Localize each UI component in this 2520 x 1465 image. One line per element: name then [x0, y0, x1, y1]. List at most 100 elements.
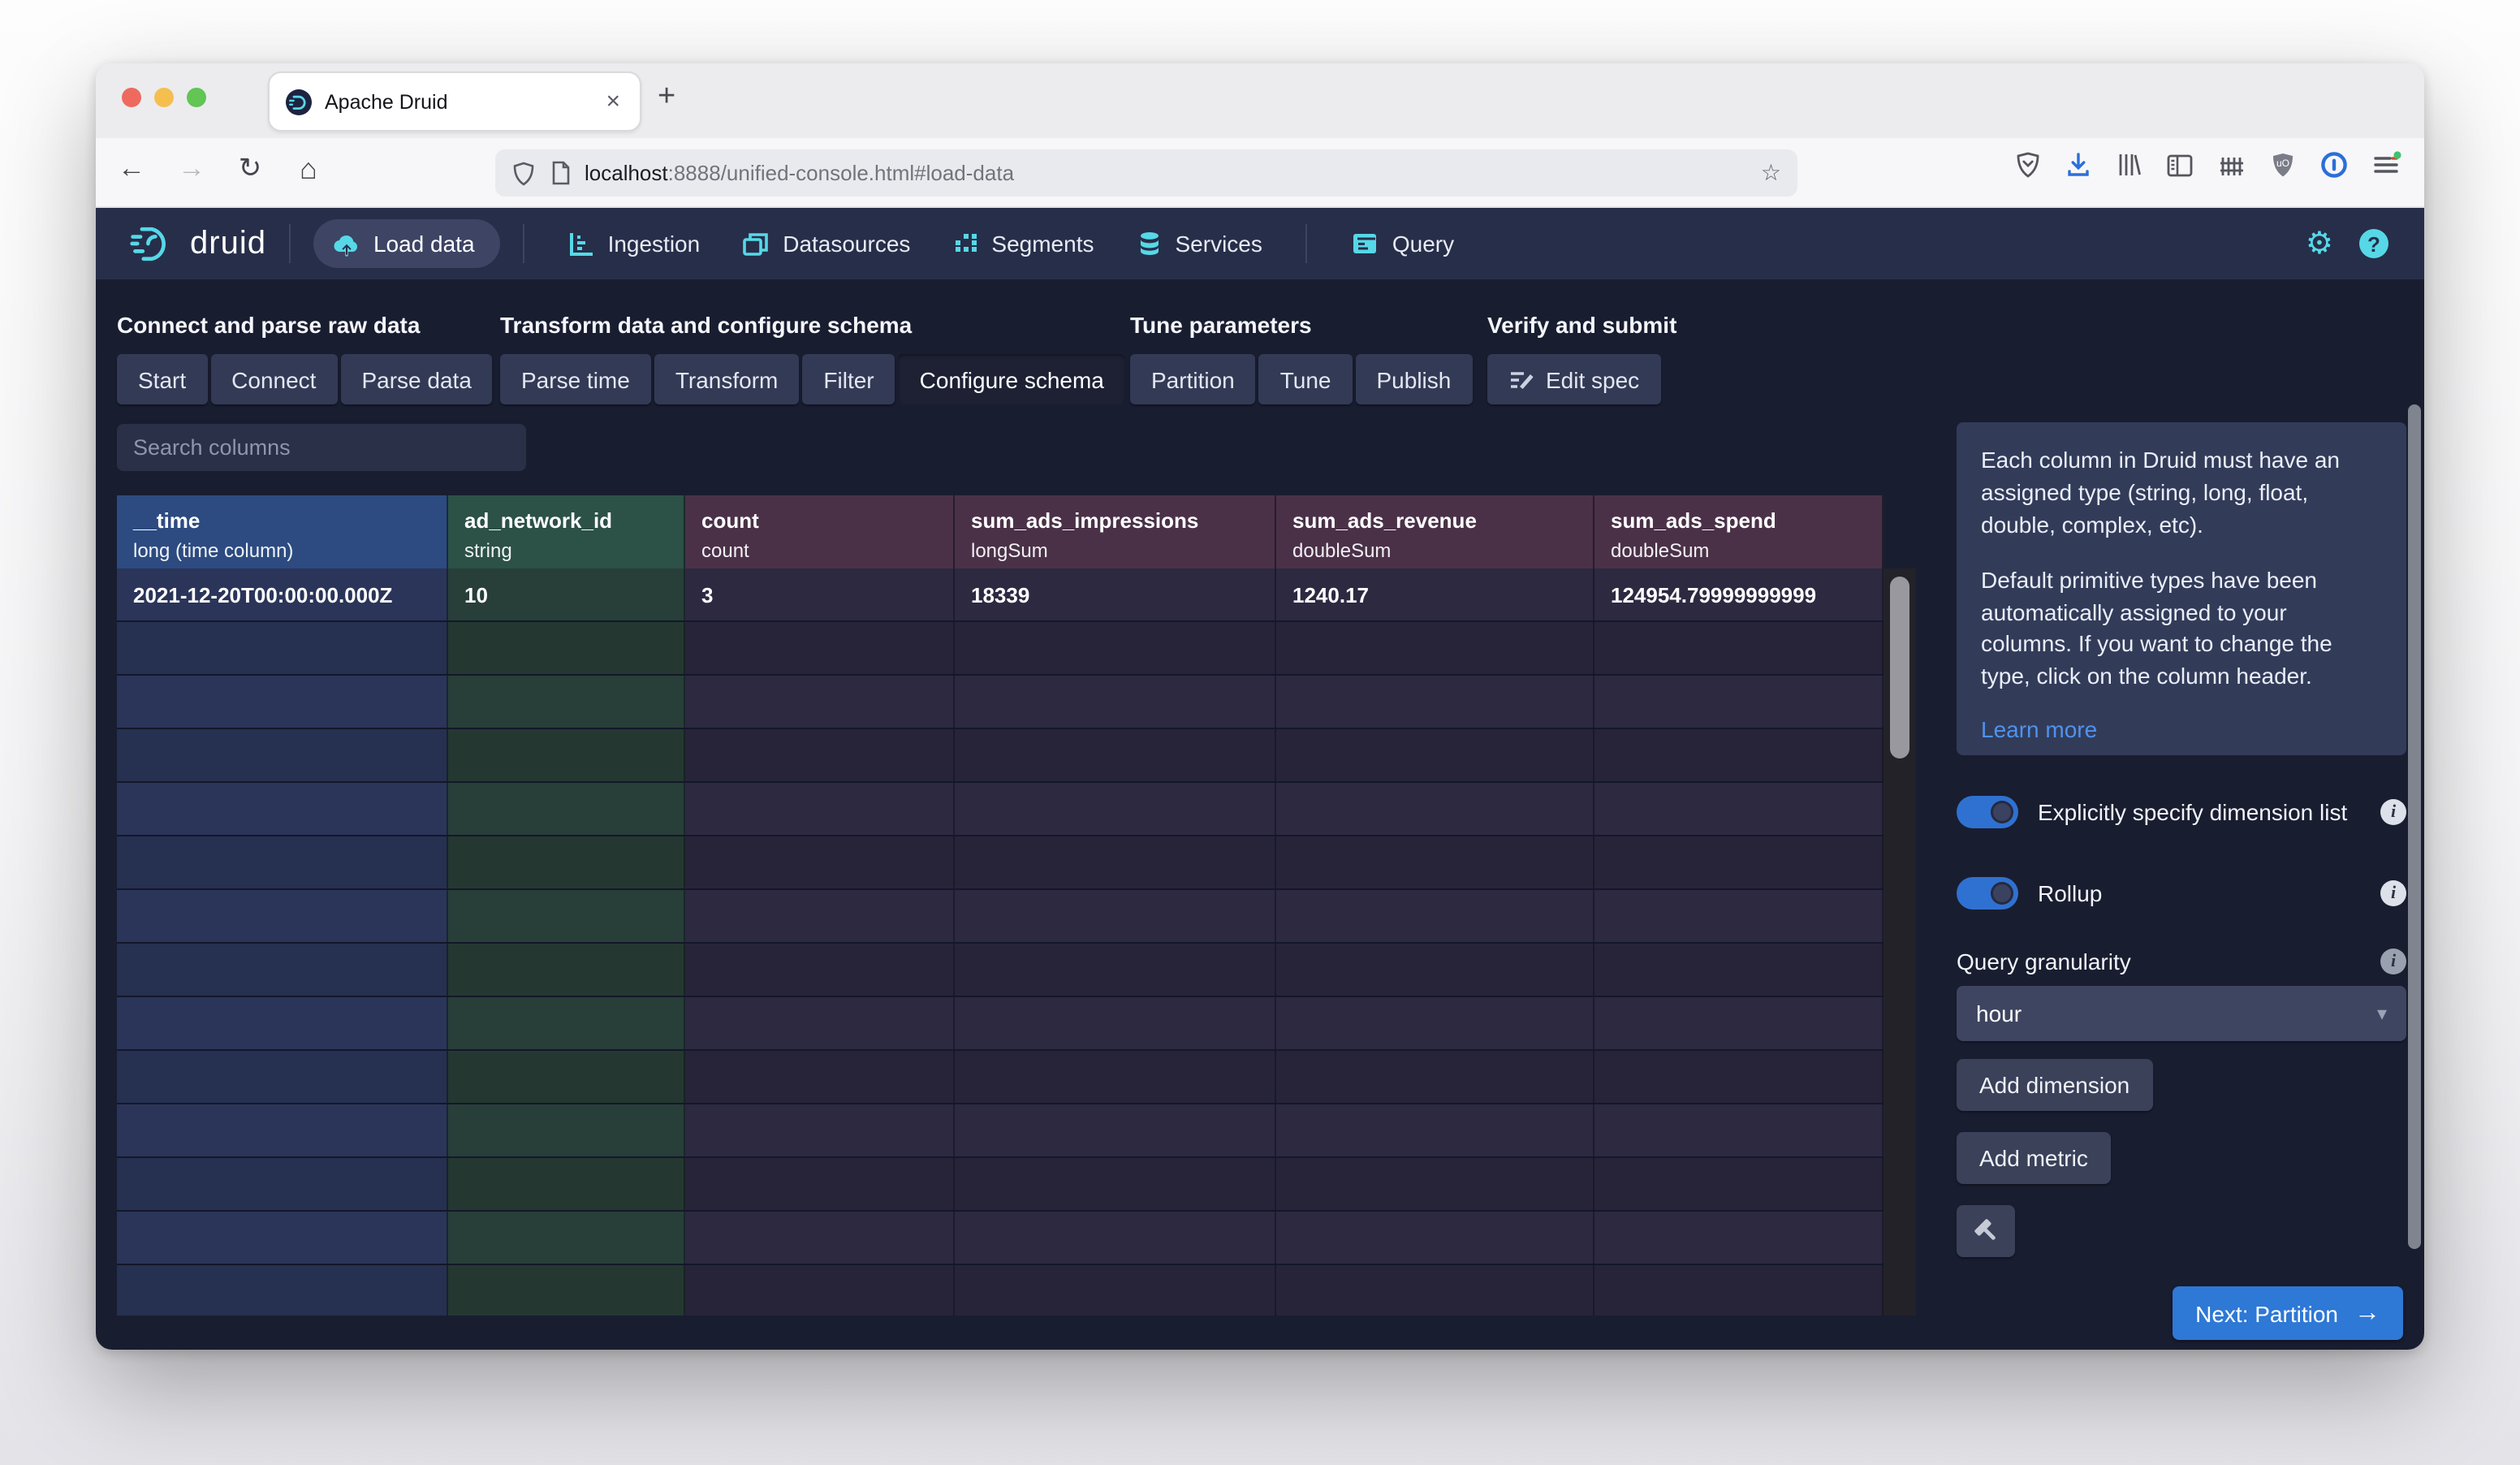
- empty-cell: [955, 783, 1276, 835]
- step-configure-schema[interactable]: Configure schema: [898, 354, 1125, 404]
- empty-cell: [1594, 1158, 1884, 1210]
- download-icon[interactable]: [2065, 151, 2091, 179]
- reload-icon[interactable]: ↻: [231, 153, 270, 185]
- minimize-window-button[interactable]: [154, 88, 174, 107]
- callout-paragraph: Each column in Druid must have an assign…: [1981, 447, 2340, 538]
- step-partition[interactable]: Partition: [1130, 354, 1256, 404]
- home-icon[interactable]: ⌂: [289, 153, 328, 187]
- pocket-icon[interactable]: [2015, 151, 2041, 179]
- tab-close-icon[interactable]: ×: [602, 88, 624, 115]
- page-info-icon[interactable]: [550, 161, 572, 185]
- nav-item-label: Load data: [373, 231, 475, 257]
- empty-cell: [685, 622, 955, 674]
- next-partition-button[interactable]: Next: Partition →: [2173, 1286, 2403, 1340]
- onepassword-icon[interactable]: [2320, 151, 2348, 179]
- table-empty-row: [117, 1158, 1884, 1212]
- step-publish[interactable]: Publish: [1355, 354, 1473, 404]
- column-header-sum-ads-revenue[interactable]: sum_ads_revenue doubleSum: [1276, 495, 1594, 575]
- empty-cell: [685, 997, 955, 1049]
- empty-cell: [955, 729, 1276, 781]
- step-tune[interactable]: Tune: [1258, 354, 1353, 404]
- step-connect[interactable]: Connect: [210, 354, 338, 404]
- cell-sum-ads-spend: 124954.79999999999: [1594, 568, 1884, 620]
- app-scrollbar-thumb[interactable]: [2408, 404, 2421, 1249]
- empty-cell: [1594, 1104, 1884, 1156]
- nav-divider: [523, 224, 525, 263]
- table-empty-row: [117, 676, 1884, 729]
- search-columns-input[interactable]: [117, 424, 526, 471]
- column-header-sum-ads-impressions[interactable]: sum_ads_impressions longSum: [955, 495, 1276, 575]
- table-empty-row: [117, 836, 1884, 890]
- empty-cell: [955, 1265, 1276, 1316]
- toggle-knob: [1991, 882, 2013, 905]
- back-icon[interactable]: ←: [112, 153, 151, 185]
- force-form-button[interactable]: [1957, 1205, 2015, 1257]
- step-parse-time[interactable]: Parse time: [500, 354, 651, 404]
- sidebar-icon[interactable]: [2166, 152, 2194, 178]
- hammer-icon: [1974, 1219, 1995, 1240]
- nav-item-services[interactable]: Services: [1137, 231, 1262, 257]
- shield-permissions-icon[interactable]: [511, 160, 536, 186]
- browser-toolbar: ← → ↻ ⌂ localhost:8888/unified-console.h…: [96, 138, 2424, 208]
- close-window-button[interactable]: [122, 88, 141, 107]
- empty-cell: [1276, 622, 1594, 674]
- ublock-shield-icon[interactable]: uO: [2270, 151, 2296, 179]
- query-granularity-select[interactable]: hour ▾: [1957, 986, 2406, 1041]
- empty-cell: [1276, 783, 1594, 835]
- cell-ad-network-id: 10: [448, 568, 685, 620]
- empty-cell: [1276, 729, 1594, 781]
- extension-fence-icon[interactable]: [2218, 152, 2246, 178]
- info-icon[interactable]: i: [2380, 799, 2406, 825]
- nav-item-label: Segments: [991, 231, 1094, 257]
- column-header-ad-network-id[interactable]: ad_network_id string: [448, 495, 685, 575]
- cell-time: 2021-12-20T00:00:00.000Z: [117, 568, 448, 620]
- url-bar[interactable]: localhost:8888/unified-console.html#load…: [495, 149, 1797, 197]
- library-icon[interactable]: [2116, 151, 2142, 179]
- column-header-count[interactable]: count count: [685, 495, 955, 575]
- tab-title: Apache Druid: [325, 90, 448, 113]
- info-icon[interactable]: i: [2380, 880, 2406, 906]
- browser-tab[interactable]: Apache Druid ×: [268, 71, 641, 132]
- bookmark-star-icon[interactable]: ☆: [1761, 159, 1781, 187]
- nav-item-datasources[interactable]: Datasources: [742, 231, 910, 257]
- table-empty-row: [117, 1212, 1884, 1265]
- table-scrollbar-thumb[interactable]: [1890, 577, 1909, 758]
- step-filter[interactable]: Filter: [802, 354, 895, 404]
- empty-cell: [448, 676, 685, 728]
- schema-info-callout: Each column in Druid must have an assign…: [1957, 422, 2406, 755]
- empty-cell: [685, 1104, 955, 1156]
- nav-item-query[interactable]: Query: [1352, 231, 1454, 257]
- explicit-dimension-list-toggle[interactable]: [1957, 796, 2018, 828]
- empty-cell: [685, 890, 955, 942]
- menu-icon[interactable]: [2372, 151, 2401, 179]
- zoom-window-button[interactable]: [187, 88, 206, 107]
- nav-item-segments[interactable]: Segments: [952, 231, 1094, 257]
- nav-item-load-data[interactable]: Load data: [313, 219, 501, 268]
- toggle-knob: [1991, 801, 2013, 823]
- empty-cell: [448, 836, 685, 888]
- step-edit-spec[interactable]: Edit spec: [1487, 354, 1661, 404]
- table-data-row: 2021-12-20T00:00:00.000Z 10 3 18339 1240…: [117, 568, 1884, 622]
- learn-more-link[interactable]: Learn more: [1981, 716, 2097, 742]
- column-header-sum-ads-spend[interactable]: sum_ads_spend doubleSum: [1594, 495, 1884, 575]
- step-start[interactable]: Start: [117, 354, 208, 404]
- arrow-right-icon: →: [2354, 1299, 2380, 1326]
- rollup-toggle[interactable]: [1957, 877, 2018, 910]
- add-dimension-button[interactable]: Add dimension: [1957, 1059, 2153, 1111]
- forward-icon[interactable]: →: [172, 153, 211, 185]
- add-metric-button[interactable]: Add metric: [1957, 1132, 2111, 1184]
- empty-cell: [1594, 783, 1884, 835]
- column-header-time[interactable]: __time long (time column): [117, 495, 448, 575]
- new-tab-button[interactable]: +: [658, 80, 675, 115]
- druid-brand[interactable]: druid: [128, 219, 266, 268]
- empty-cell: [1594, 1051, 1884, 1103]
- toggle-label: Explicitly specify dimension list: [2038, 799, 2348, 825]
- nav-item-ingestion[interactable]: Ingestion: [569, 231, 700, 257]
- empty-cell: [955, 1158, 1276, 1210]
- info-icon[interactable]: i: [2380, 949, 2406, 975]
- table-scrollbar-track[interactable]: [1884, 568, 1916, 1316]
- step-parse-data[interactable]: Parse data: [340, 354, 493, 404]
- step-transform[interactable]: Transform: [654, 354, 800, 404]
- empty-cell: [685, 1051, 955, 1103]
- empty-cell: [1594, 622, 1884, 674]
